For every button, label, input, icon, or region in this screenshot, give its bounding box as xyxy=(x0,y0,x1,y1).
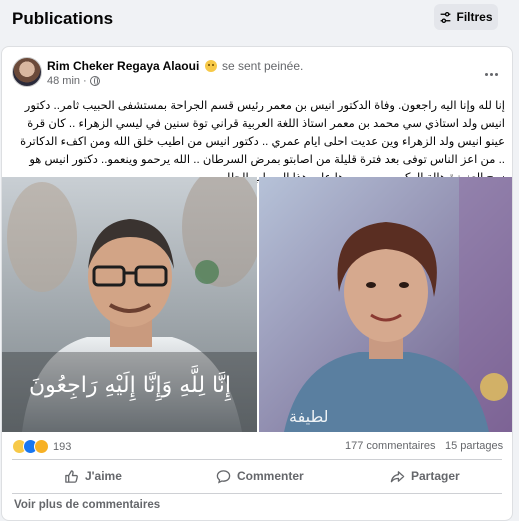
globe-icon xyxy=(89,76,100,86)
share-button[interactable]: Partager xyxy=(390,465,460,487)
more-icon[interactable] xyxy=(482,67,500,81)
comments-count[interactable]: 177 commentaires xyxy=(345,440,436,452)
doctor-photo[interactable]: إِنَّا لِلَّهِ وَإِنَّا إِلَيْهِ رَاجِعُ… xyxy=(2,177,257,432)
tv-watermark: لطيفة xyxy=(289,407,329,426)
author-name[interactable]: Rim Cheker Regaya Alaoui xyxy=(47,59,199,73)
post-time[interactable]: 48 min xyxy=(47,75,80,87)
post-text: إنا لله وإنا اليه راجعون. وفاة الدكتور ا… xyxy=(20,100,505,184)
page-title: Publications xyxy=(12,9,114,28)
shares-count[interactable]: 15 partages xyxy=(445,440,503,452)
tv-photo[interactable]: لطيفة xyxy=(259,177,512,432)
post-meta: 48 min · xyxy=(47,75,100,87)
post-card: Rim Cheker Regaya Alaoui se sent peinée.… xyxy=(1,46,513,521)
like-button[interactable]: J'aime xyxy=(64,465,122,487)
like-label: J'aime xyxy=(85,469,122,483)
sad-face-icon xyxy=(204,60,217,72)
post-photos: إِنَّا لِلَّهِ وَإِنَّا إِلَيْهِ رَاجِعُ… xyxy=(2,177,512,432)
filter-label: Filtres xyxy=(456,10,493,24)
author-line: Rim Cheker Regaya Alaoui se sent peinée. xyxy=(47,59,303,73)
reactions-summary[interactable]: 193 xyxy=(12,439,71,454)
comment-icon xyxy=(216,469,231,483)
divider xyxy=(12,493,502,494)
share-icon xyxy=(390,470,405,482)
divider xyxy=(12,459,502,460)
avatar[interactable] xyxy=(12,57,42,87)
feeling-text: se sent peinée. xyxy=(221,59,304,73)
separator-dot: · xyxy=(83,75,87,87)
like-icon xyxy=(65,469,78,483)
reaction-count: 193 xyxy=(53,440,72,453)
view-more-comments-link[interactable]: Voir plus de commentaires xyxy=(14,499,160,511)
sliders-icon xyxy=(441,11,451,23)
post-actions: J'aime Commenter Partager xyxy=(2,461,512,491)
comment-label: Commenter xyxy=(237,469,304,483)
post-stats: 193 177 commentaires 15 partages xyxy=(2,437,512,457)
share-label: Partager xyxy=(411,469,460,483)
feed-header: Publications Filtres xyxy=(0,0,519,40)
care-reaction-icon xyxy=(34,439,49,454)
filter-button[interactable]: Filtres xyxy=(434,4,498,30)
comment-button[interactable]: Commenter xyxy=(216,465,304,487)
